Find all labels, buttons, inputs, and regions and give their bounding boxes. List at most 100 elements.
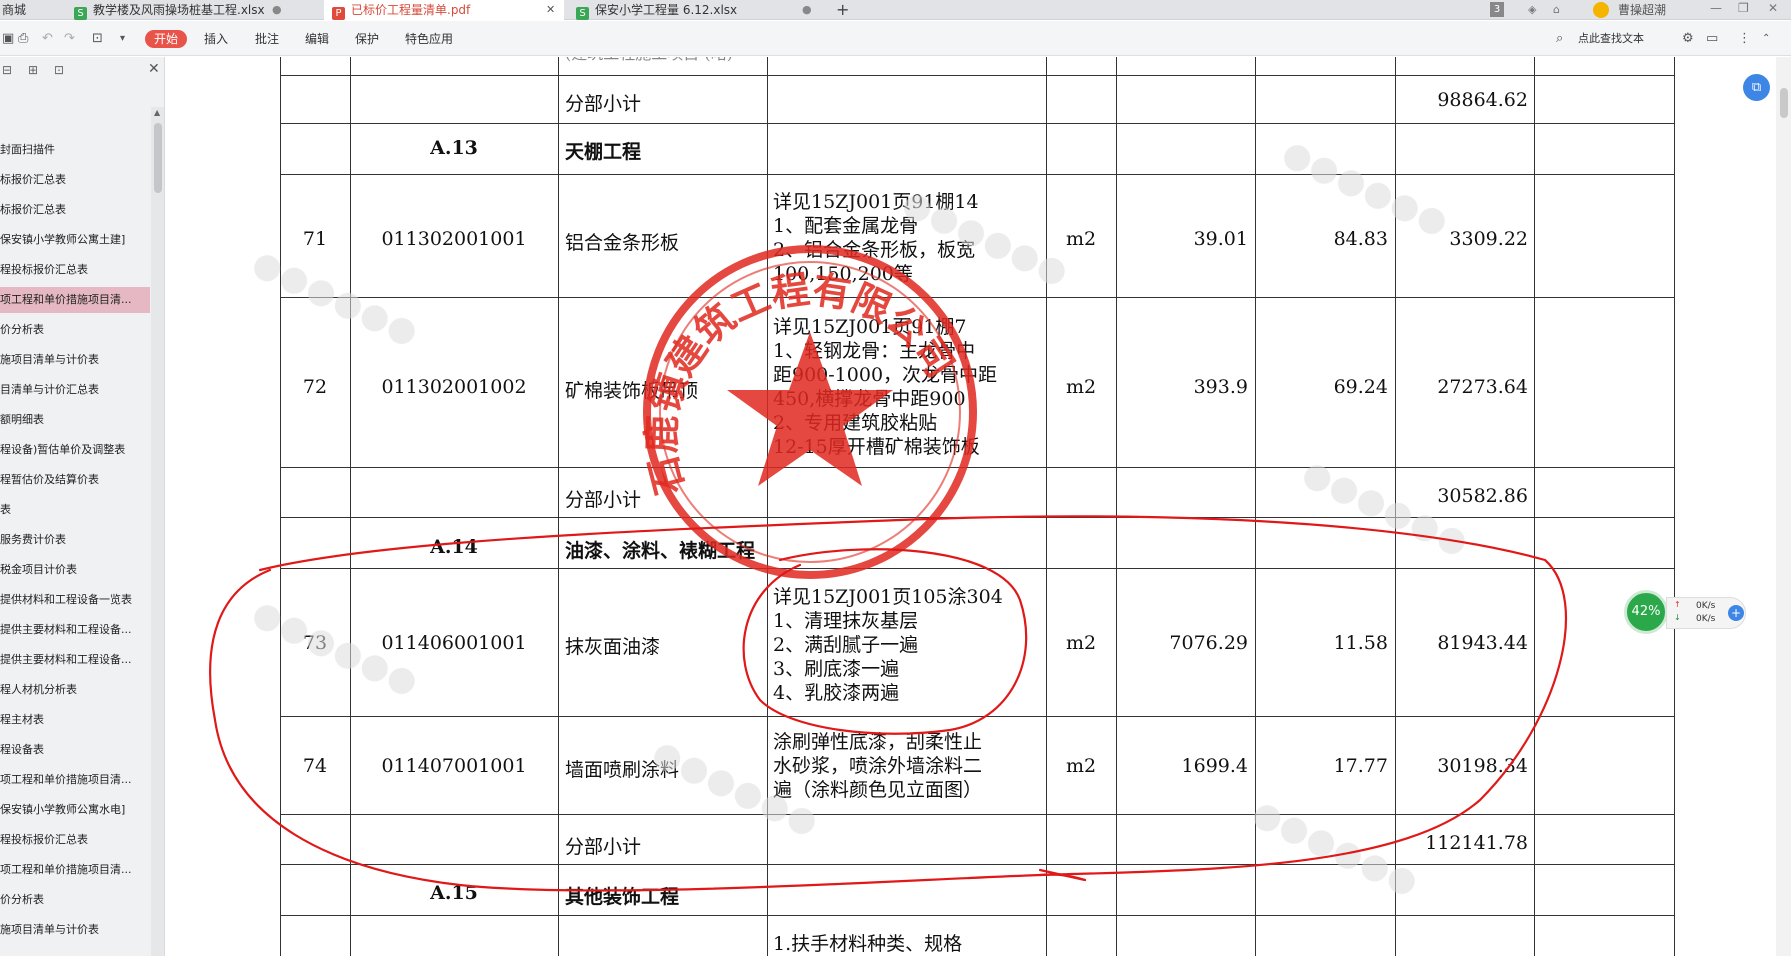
tab-xlsx-2[interactable]: S 保安小学工程量 6.12.xlsx: [568, 0, 818, 20]
item-code: 011407001001: [381, 755, 527, 777]
item-name: 墙面喷刷涂料: [565, 759, 680, 781]
shirt-icon[interactable]: ⌂: [1553, 3, 1560, 16]
sidebar-item[interactable]: 服务费计价表: [0, 527, 150, 553]
item-description-line: 遍（涂料颜色见立面图）: [773, 779, 983, 801]
table-vline: [1534, 57, 1535, 956]
quantity: 1699.4: [1181, 755, 1248, 777]
restore-icon[interactable]: ❐: [1738, 1, 1749, 15]
sidebar-item[interactable]: 程暂估价及结算价表: [0, 467, 150, 493]
sidebar-item[interactable]: 标报价汇总表: [0, 197, 150, 223]
save-icon[interactable]: ▣: [2, 31, 14, 47]
subtotal-value: 98864.62: [1437, 89, 1528, 111]
sidebar-item[interactable]: 提供主要材料和工程设备...: [0, 617, 150, 643]
minimize-icon[interactable]: —: [1710, 1, 1722, 15]
close-window-icon[interactable]: ✕: [1768, 1, 1778, 15]
item-name: 抹灰面油漆: [565, 636, 661, 658]
sidebar-item[interactable]: 保安镇小学教师公寓水电]: [0, 797, 150, 823]
scroll-up-icon[interactable]: ▲: [154, 108, 160, 117]
sidebar-item[interactable]: 施项目清单与计价表: [0, 917, 150, 943]
sidebar-item[interactable]: 程设备表: [0, 737, 150, 763]
search-icon[interactable]: ⌕: [1556, 31, 1563, 47]
menu-insert[interactable]: 插入: [204, 30, 228, 48]
tab-label: 已标价工程量清单.pdf: [351, 3, 471, 17]
table-hline: [280, 814, 1674, 815]
sidebar-item[interactable]: 保安镇小学教师公寓土建]: [0, 227, 150, 253]
bookmark-icon[interactable]: ⊟: [2, 63, 12, 77]
bookmark-sidebar: ⊟ ⊞ ⊡ ✕ 封面扫描件标报价汇总表 标报价汇总表 保安镇小学教师公寓土建] 程投标…: [0, 57, 165, 956]
item-description-line: 2、满刮腻子一遍: [773, 634, 919, 656]
table-vline: [1116, 57, 1117, 956]
menu-edit[interactable]: 编辑: [305, 30, 329, 48]
menu-home[interactable]: 开始: [145, 30, 188, 48]
item-name: 矿棉装饰板吊顶: [565, 380, 699, 402]
undo-icon[interactable]: ↶: [42, 31, 53, 47]
sidebar-item[interactable]: 程人材机分析表: [0, 677, 150, 703]
format-icon[interactable]: ⊡: [92, 31, 103, 47]
chevron-down-icon[interactable]: ▾: [120, 31, 125, 47]
expand-icon[interactable]: ⊞: [28, 63, 38, 77]
item-description-line: 详见15ZJ001页91棚7: [773, 316, 967, 338]
spreadsheet-icon: S: [74, 7, 87, 20]
viewer-scrollbar[interactable]: [1776, 57, 1791, 956]
bookmark-add-icon[interactable]: ⊡: [54, 63, 64, 77]
sidebar-item[interactable]: 额明细表: [0, 407, 150, 433]
sidebar-item[interactable]: 提供主要材料和工程设备...: [0, 647, 150, 673]
skin-icon[interactable]: ◈: [1528, 3, 1536, 16]
sidebar-item[interactable]: 提供材料和工程设备一览表: [0, 587, 150, 613]
tab-close-icon[interactable]: ✕: [546, 0, 555, 20]
tab-xlsx-1[interactable]: S 教学楼及风雨操场桩基工程.xlsx: [66, 0, 284, 20]
quantity: 39.01: [1193, 228, 1248, 250]
viewer-scroll-thumb[interactable]: [1780, 88, 1788, 118]
unit-price: 11.58: [1333, 632, 1388, 654]
table-hline: [280, 716, 1674, 717]
subtotal-value: 112141.78: [1425, 832, 1528, 854]
sidebar-item[interactable]: 目清单与计价汇总表: [0, 377, 150, 403]
sidebar-item[interactable]: 项工程和单价措施项目清...: [0, 767, 150, 793]
table-hline: [280, 517, 1674, 518]
screenshot-tool-icon[interactable]: ⧉: [1743, 74, 1770, 101]
sidebar-item[interactable]: 表: [0, 497, 150, 523]
comment-icon[interactable]: ▭: [1706, 31, 1718, 47]
tab-pdf-active[interactable]: P 已标价工程量清单.pdf: [324, 0, 564, 20]
sidebar-item[interactable]: 项工程和单价措施项目清...: [0, 857, 150, 883]
menu-protect[interactable]: 保护: [355, 30, 379, 48]
user-name[interactable]: 曹操超潮: [1618, 0, 1666, 20]
tab-mall[interactable]: 商城: [0, 0, 65, 20]
sidebar-item[interactable]: 价分析表: [0, 317, 150, 343]
new-tab-button[interactable]: +: [836, 0, 849, 20]
tab-close-icon[interactable]: ●: [802, 0, 812, 20]
menu-annotate[interactable]: 批注: [255, 30, 279, 48]
sidebar-item[interactable]: 施项目清单与计价表: [0, 347, 150, 373]
sidebar-item[interactable]: 封面扫描件: [0, 137, 150, 163]
redo-icon[interactable]: ↷: [64, 31, 75, 47]
gear-icon[interactable]: ⚙: [1682, 31, 1694, 47]
menu-special[interactable]: 特色应用: [405, 30, 453, 48]
avatar[interactable]: [1593, 2, 1609, 18]
sidebar-item[interactable]: 程主材表: [0, 707, 150, 733]
sidebar-item[interactable]: 项工程和单价措施项目清...: [0, 287, 150, 313]
sidebar-scrollbar[interactable]: [151, 107, 164, 956]
row-number: 74: [302, 755, 328, 777]
collapse-icon[interactable]: ⌃: [1762, 31, 1770, 47]
sidebar-item[interactable]: 程设备)暂估单价及调整表: [0, 437, 150, 463]
close-icon[interactable]: ✕: [148, 61, 160, 77]
network-speed-widget[interactable]: 42% ↑ ↓ 0K/s 0K/s +: [1624, 590, 1749, 634]
item-description-line: 涂刷弹性底漆，刮柔性止: [773, 731, 983, 753]
sidebar-item[interactable]: 程投标报价汇总表: [0, 257, 150, 283]
quantity: 393.9: [1193, 376, 1248, 398]
more-icon[interactable]: ⋮: [1738, 31, 1751, 47]
print-icon[interactable]: ⎙: [18, 31, 28, 47]
tab-close-icon[interactable]: ●: [272, 0, 282, 20]
section-code: A.15: [430, 882, 478, 904]
sidebar-item[interactable]: 税金项目计价表: [0, 557, 150, 583]
sidebar-scroll-thumb[interactable]: [154, 123, 162, 193]
add-icon[interactable]: +: [1728, 605, 1744, 621]
sidebar-item[interactable]: 程投标报价汇总表: [0, 827, 150, 853]
tab-count-badge[interactable]: 3: [1490, 2, 1504, 17]
pdf-icon: P: [332, 7, 345, 20]
sidebar-item[interactable]: 标报价汇总表: [0, 167, 150, 193]
sidebar-item[interactable]: 价分析表: [0, 887, 150, 913]
find-text-button[interactable]: 点此查找文本: [1578, 30, 1644, 48]
item-description-line: 1、清理抹灰基层: [773, 610, 919, 632]
item-description-line: 3、刷底漆一遍: [773, 658, 900, 680]
